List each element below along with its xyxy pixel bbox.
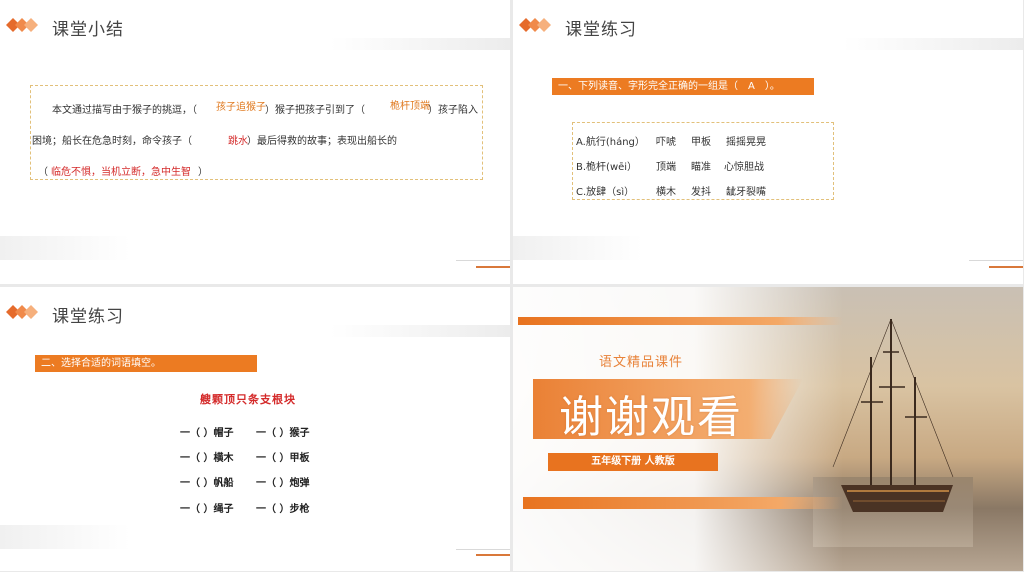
answer-text: 孩子追猴子 xyxy=(216,102,266,113)
slide-title: 课堂小结 xyxy=(52,20,124,40)
slide-thumbnail-thanks[interactable]: 语文精品课件 谢谢观看 五年级下册 人教版 xyxy=(513,287,1023,571)
option-label: B.桅杆(wēi） xyxy=(576,162,638,173)
summary-text: ）孩子陷入 xyxy=(428,105,478,116)
word-choices: 艘颗顶只条支根块 xyxy=(200,393,296,406)
summary-text: ） xyxy=(198,167,208,178)
footer-fade xyxy=(513,236,643,260)
fill-blank: 一（ ）炮弹 xyxy=(256,478,310,489)
option-word: 横木 xyxy=(656,187,676,198)
slide-title: 课堂练习 xyxy=(52,307,124,327)
option-word: 龇牙裂嘴 xyxy=(726,187,766,198)
footer-accent xyxy=(476,554,510,556)
header-gradient-bar xyxy=(843,38,1023,50)
footer-line xyxy=(456,260,510,261)
header-gradient-bar xyxy=(330,38,510,50)
footer-accent xyxy=(989,266,1023,268)
slide-title: 课堂练习 xyxy=(565,20,637,40)
subtitle: 语文精品课件 xyxy=(599,355,684,370)
option-word: 瞄准 xyxy=(691,162,711,173)
question-bar: 一、下列读音、字形完全正确的一组是（ A ）。 xyxy=(552,78,814,95)
fill-blank: 一（ ）猴子 xyxy=(256,428,310,439)
fill-blank: 一（ ）横木 xyxy=(180,453,234,464)
footer-fade xyxy=(0,236,130,260)
orange-band-bottom xyxy=(523,497,843,509)
fill-blank: 一（ ）绳子 xyxy=(180,504,234,515)
answer-text: 跳水 xyxy=(228,136,248,147)
option-word: 吓唬 xyxy=(656,137,676,148)
summary-text: 困境；船长在危急时刻，命令孩子（ xyxy=(32,136,192,147)
option-word: 顶端 xyxy=(656,162,676,173)
option-word: 发抖 xyxy=(691,187,711,198)
grade-badge: 五年级下册 人教版 xyxy=(548,453,718,471)
slide-sorter-grid: 课堂小结 本文通过描写由于猴子的挑逗，（ 孩子追猴子 ）猴子把孩子引到了（ 桅杆… xyxy=(0,0,1024,572)
slide-thumbnail-exercise-2[interactable]: 课堂练习 二、选择合适的词语填空。 艘颗顶只条支根块 一（ ）帽子 一（ ）猴子… xyxy=(0,287,510,571)
footer-line xyxy=(969,260,1023,261)
footer-accent xyxy=(476,266,510,268)
answer-text: 桅杆顶端 xyxy=(390,101,430,112)
option-word: 甲板 xyxy=(691,137,711,148)
answer-text: 临危不惧，当机立断，急中生智 xyxy=(51,167,191,178)
summary-text: （ xyxy=(38,167,48,178)
fill-blank: 一（ ）甲板 xyxy=(256,453,310,464)
slide-thumbnail-summary[interactable]: 课堂小结 本文通过描写由于猴子的挑逗，（ 孩子追猴子 ）猴子把孩子引到了（ 桅杆… xyxy=(0,0,510,284)
diamond-logo-icon xyxy=(6,18,38,32)
summary-text: ）猴子把孩子引到了（ xyxy=(265,105,365,116)
thanks-title: 谢谢观看 xyxy=(559,392,743,443)
option-word: 心惊胆战 xyxy=(724,162,764,173)
header-gradient-bar xyxy=(330,325,510,337)
fill-blank: 一（ ）帆船 xyxy=(180,478,234,489)
option-label: C.放肆（sì） xyxy=(576,187,635,198)
summary-text: ）最后得救的故事；表现出船长的 xyxy=(247,136,397,147)
footer-line xyxy=(456,549,510,550)
orange-band-top xyxy=(518,317,843,325)
fill-blank: 一（ ）步枪 xyxy=(256,504,310,515)
fill-blank: 一（ ）帽子 xyxy=(180,428,234,439)
diamond-logo-icon xyxy=(6,305,38,319)
summary-text: 本文通过描写由于猴子的挑逗，（ xyxy=(52,105,197,116)
option-word: 摇摇晃晃 xyxy=(726,137,766,148)
footer-fade xyxy=(0,525,130,549)
diamond-logo-icon xyxy=(519,18,551,32)
question-bar: 二、选择合适的词语填空。 xyxy=(35,355,257,372)
option-label: A.航行(háng） xyxy=(576,137,645,148)
